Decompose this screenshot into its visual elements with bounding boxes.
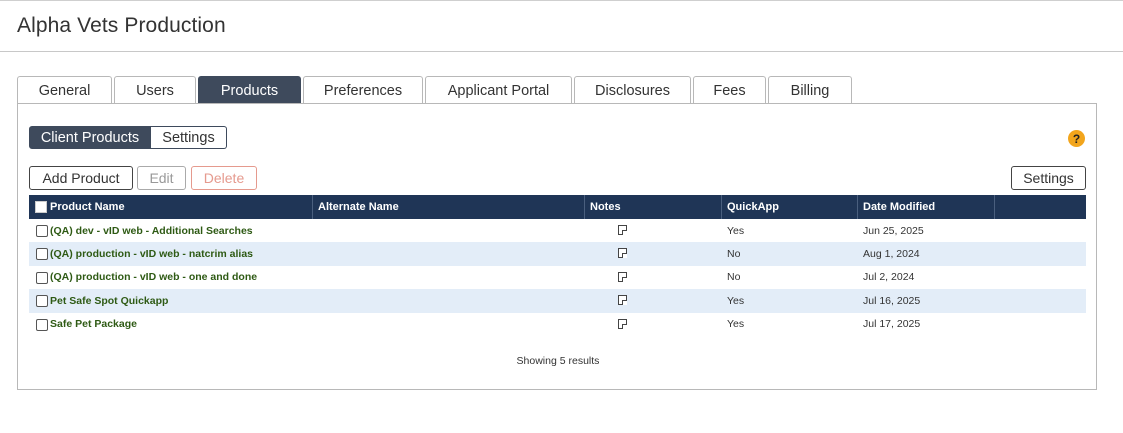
- question-circle-icon[interactable]: ?: [1068, 130, 1085, 147]
- product-name-link[interactable]: (QA) dev - vID web - Additional Searches: [50, 225, 253, 237]
- products-panel: Client Products Settings ? Add Product E…: [17, 103, 1097, 390]
- title-divider: [0, 51, 1123, 52]
- column-header-empty: [995, 195, 1086, 219]
- table-row[interactable]: (QA) production - vID web - one and done…: [29, 266, 1086, 289]
- tab-products[interactable]: Products: [198, 76, 301, 104]
- subtab-group: Client Products Settings: [29, 126, 227, 149]
- note-icon[interactable]: [618, 295, 627, 306]
- column-header-alternate-name[interactable]: Alternate Name: [313, 195, 585, 219]
- note-icon[interactable]: [618, 225, 627, 235]
- tab-applicant-portal[interactable]: Applicant Portal: [425, 76, 572, 104]
- date-modified: Jul 17, 2025: [863, 318, 921, 331]
- column-header-notes[interactable]: Notes: [585, 195, 722, 219]
- table-row[interactable]: (QA) dev - vID web - Additional Searches…: [29, 219, 1086, 242]
- note-icon[interactable]: [618, 271, 627, 282]
- results-count: Showing 5 results: [516, 355, 600, 367]
- quickapp-value: Yes: [727, 294, 745, 307]
- table-header: Product Name Alternate Name Notes QuickA…: [29, 195, 1086, 219]
- products-table: Product Name Alternate Name Notes QuickA…: [29, 195, 1086, 336]
- date-modified: Jul 16, 2025: [863, 294, 921, 307]
- tab-fees[interactable]: Fees: [693, 76, 766, 104]
- settings-button[interactable]: Settings: [1011, 166, 1086, 190]
- main-tabs: General Users Products Preferences Appli…: [17, 76, 852, 104]
- top-border: [0, 0, 1123, 1]
- note-icon[interactable]: [618, 318, 627, 329]
- tab-preferences[interactable]: Preferences: [303, 76, 423, 104]
- tab-disclosures[interactable]: Disclosures: [574, 76, 691, 104]
- column-header-product-name[interactable]: Product Name: [29, 195, 313, 219]
- tab-users[interactable]: Users: [114, 76, 196, 104]
- note-icon[interactable]: [618, 248, 627, 259]
- edit-button[interactable]: Edit: [137, 166, 186, 190]
- table-row[interactable]: Pet Safe Spot Quickapp Yes Jul 16, 2025: [29, 289, 1086, 313]
- date-modified: Aug 1, 2024: [863, 248, 920, 261]
- product-name-link[interactable]: Pet Safe Spot Quickapp: [50, 295, 168, 307]
- tab-billing[interactable]: Billing: [768, 76, 852, 104]
- subtab-client-products[interactable]: Client Products: [29, 126, 151, 149]
- table-row[interactable]: Safe Pet Package Yes Jul 17, 2025: [29, 313, 1086, 336]
- product-name-link[interactable]: Safe Pet Package: [50, 318, 137, 330]
- date-modified: Jun 25, 2025: [863, 224, 924, 237]
- quickapp-value: No: [727, 271, 741, 284]
- page-title: Alpha Vets Production: [17, 14, 226, 37]
- subtab-settings[interactable]: Settings: [151, 126, 227, 149]
- product-name-link[interactable]: (QA) production - vID web - one and done: [50, 271, 257, 283]
- add-product-button[interactable]: Add Product: [29, 166, 133, 190]
- quickapp-value: Yes: [727, 224, 745, 237]
- quickapp-value: No: [727, 248, 741, 261]
- table-row[interactable]: (QA) production - vID web - natcrim alia…: [29, 242, 1086, 266]
- column-header-date-modified[interactable]: Date Modified: [858, 195, 995, 219]
- product-name-link[interactable]: (QA) production - vID web - natcrim alia…: [50, 248, 253, 260]
- column-header-quickapp[interactable]: QuickApp: [722, 195, 858, 219]
- delete-button[interactable]: Delete: [191, 166, 257, 190]
- date-modified: Jul 2, 2024: [863, 271, 915, 284]
- quickapp-value: Yes: [727, 318, 745, 331]
- tab-general[interactable]: General: [17, 76, 112, 104]
